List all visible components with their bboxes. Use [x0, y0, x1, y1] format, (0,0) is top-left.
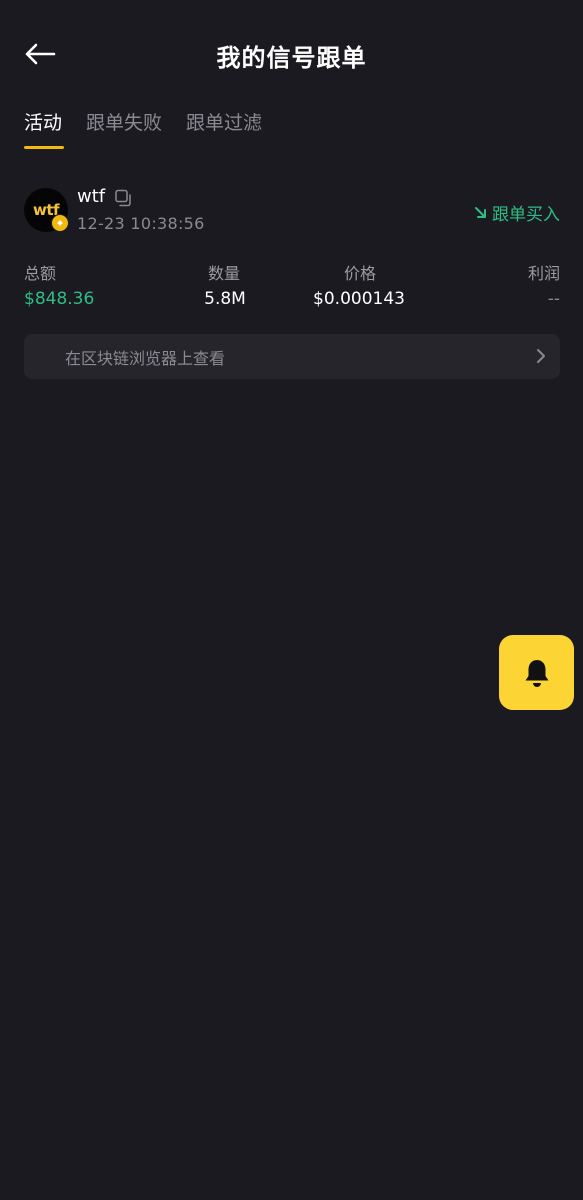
trade-action: 跟单买入 [474, 200, 560, 225]
chevron-right-icon [537, 349, 545, 363]
tab-bar: 活动 跟单失败 跟单过滤 [24, 108, 286, 149]
quantity-label: 数量 [208, 264, 241, 283]
token-row: wtf wtf 12-23 10:38:56 跟单买入 [24, 186, 560, 236]
bell-icon [525, 659, 548, 687]
total-label: 总额 [24, 264, 57, 283]
profit-label: 利润 [527, 264, 560, 283]
header: 我的信号跟单 [0, 0, 583, 110]
chain-badge-icon [51, 214, 69, 232]
page: 我的信号跟单 活动 跟单失败 跟单过滤 wtf wtf 12-23 10:38:… [0, 0, 583, 1200]
tab-activity[interactable]: 活动 [24, 108, 65, 149]
trade-timestamp: 12-23 10:38:56 [77, 214, 205, 233]
profit-value: -- [547, 289, 560, 309]
page-title: 我的信号跟单 [216, 44, 367, 72]
token-name: wtf [77, 186, 106, 207]
quantity-value: 5.8M [204, 289, 246, 309]
notification-button[interactable] [499, 635, 574, 710]
total-value: $848.36 [24, 289, 95, 309]
price-value: $0.000143 [313, 289, 405, 309]
copy-icon[interactable] [114, 189, 132, 207]
trade-action-label: 跟单买入 [492, 205, 560, 225]
tab-filter[interactable]: 跟单过滤 [186, 108, 262, 149]
arrow-down-right-icon [475, 206, 486, 218]
trade-card: wtf wtf 12-23 10:38:56 跟单买入 总额 数量 价格 利润 … [24, 186, 560, 379]
price-label: 价格 [344, 264, 377, 283]
explorer-label: 在区块链浏览器上查看 [65, 348, 226, 368]
view-on-explorer-button[interactable]: 在区块链浏览器上查看 [24, 334, 560, 379]
tab-failed[interactable]: 跟单失败 [86, 108, 162, 149]
